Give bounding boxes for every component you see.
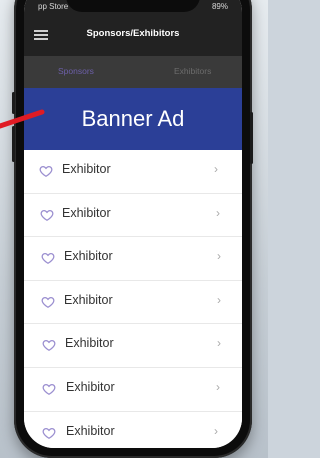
chevron-right-icon: ›	[217, 336, 221, 351]
heart-icon[interactable]	[42, 426, 56, 440]
phone-notch	[66, 0, 200, 12]
list-item[interactable]: Exhibitor ›	[24, 280, 242, 325]
exhibitor-list: Exhibitor › Exhibitor › Exhibitor › Exhi…	[24, 150, 242, 448]
list-item-label: Exhibitor	[64, 292, 113, 307]
tab-bar: Sponsors Exhibitors	[24, 56, 242, 88]
heart-icon[interactable]	[39, 164, 53, 178]
heart-icon[interactable]	[40, 208, 54, 222]
tab-exhibitors[interactable]: Exhibitors	[174, 66, 211, 76]
phone-screen: Sponsors/Exhibitors pp Store 89% Sponsor…	[24, 0, 242, 448]
red-arrow-annotation	[0, 109, 45, 129]
list-item-label: Exhibitor	[66, 423, 115, 438]
status-battery: 89%	[211, 2, 228, 11]
list-item[interactable]: Exhibitor ›	[24, 411, 242, 448]
list-item[interactable]: Exhibitor ›	[24, 193, 242, 238]
heart-icon[interactable]	[42, 382, 56, 396]
list-item[interactable]: Exhibitor ›	[24, 150, 242, 194]
chevron-right-icon: ›	[214, 423, 218, 438]
chevron-right-icon: ›	[214, 162, 218, 176]
list-item-label: Exhibitor	[62, 162, 111, 176]
banner-ad-label: Banner Ad	[81, 106, 185, 131]
list-item-label: Exhibitor	[66, 379, 115, 394]
list-item[interactable]: Exhibitor ›	[24, 367, 242, 412]
tab-sponsors[interactable]: Sponsors	[58, 66, 94, 76]
chevron-right-icon: ›	[216, 205, 220, 220]
heart-icon[interactable]	[41, 295, 55, 309]
banner-ad[interactable]: Banner Ad	[24, 88, 242, 150]
list-item[interactable]: Exhibitor ›	[24, 324, 242, 368]
chevron-right-icon: ›	[216, 379, 220, 394]
heart-icon[interactable]	[41, 251, 55, 265]
list-item-label: Exhibitor	[62, 205, 111, 220]
list-item-label: Exhibitor	[65, 336, 114, 351]
chevron-right-icon: ›	[217, 249, 221, 264]
page-title: Sponsors/Exhibitors	[86, 28, 180, 39]
phone-side-button	[250, 112, 253, 164]
chevron-right-icon: ›	[217, 292, 221, 307]
status-carrier: pp Store	[38, 2, 69, 11]
list-item[interactable]: Exhibitor ›	[24, 237, 242, 281]
heart-icon[interactable]	[42, 338, 56, 352]
list-item-label: Exhibitor	[64, 249, 113, 264]
